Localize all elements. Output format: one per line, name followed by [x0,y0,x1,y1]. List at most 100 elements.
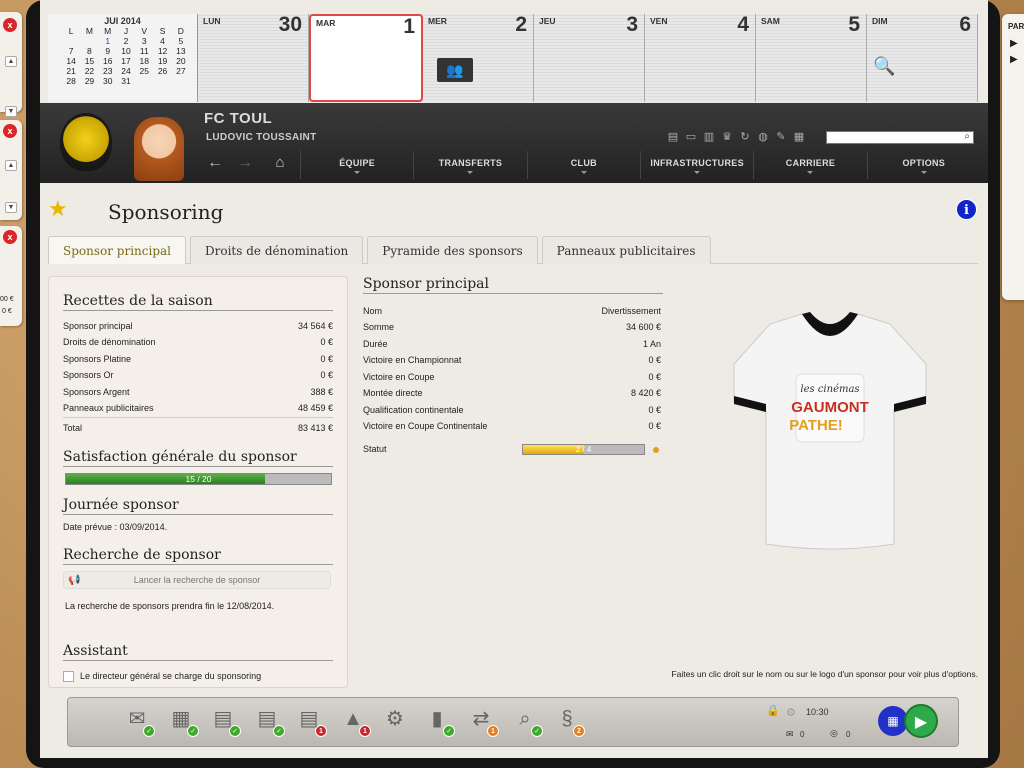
date-cell[interactable]: 29 [80,76,98,86]
date-cell[interactable]: 24 [117,66,135,76]
continue-play-button[interactable]: ▶ [904,704,938,738]
transfer-icon[interactable]: ⇄ 1 [466,706,499,737]
chevron-up-icon[interactable]: ▲ [5,56,17,67]
assistant-checkbox[interactable] [63,671,74,682]
finance-icon[interactable]: ▤ ✓ [208,706,241,737]
club-crest-icon[interactable] [60,113,112,171]
date-cell[interactable]: 16 [99,56,117,66]
sponsor-shirt-image[interactable]: les cinémas GAUMONT PATHE! [730,308,930,552]
envelope-icon[interactable]: ✉ [786,729,794,740]
date-cell[interactable]: 5 [172,36,190,46]
play-small-icon[interactable]: ▶ [1010,54,1018,65]
date-cell[interactable]: 7 [62,46,80,56]
day-column-jeu[interactable]: JEU 3 [534,13,645,102]
headset-icon[interactable]: ◎ [830,728,838,739]
tab-panneaux-publicitaires[interactable]: Panneaux publicitaires [541,236,711,264]
sponsor-doc-icon[interactable]: ▤ 1 [294,706,327,737]
search-input[interactable]: ⌕ [826,131,974,144]
nav-options[interactable]: OPTIONS [866,151,980,179]
search-icon[interactable]: ⌕ [964,131,970,142]
date-cell[interactable]: 22 [80,66,98,76]
home-icon[interactable]: ⌂ [260,151,300,179]
date-cell[interactable]: 1 [99,36,117,46]
date-cell[interactable] [62,36,80,46]
date-cell[interactable] [135,76,153,86]
info-icon[interactable]: i [956,199,977,220]
date-cell[interactable] [172,76,190,86]
nav-carriere[interactable]: CARRIERE [753,151,866,179]
day-column-ven[interactable]: VEN 4 [645,13,756,102]
manager-avatar[interactable] [134,117,184,181]
date-cell[interactable]: 11 [135,46,153,56]
day-column-mer[interactable]: MER 2 👥 [423,13,534,102]
date-cell[interactable] [80,36,98,46]
board-icon[interactable]: ▮ ✓ [422,706,455,737]
trophy-icon[interactable]: ♛ [720,130,734,144]
scout-search-icon[interactable]: ⌕ ✓ [510,706,543,737]
tab-pyramide-sponsors[interactable]: Pyramide des sponsors [367,236,538,264]
date-cell[interactable]: 8 [80,46,98,56]
nav-equipe[interactable]: ÉQUIPE [300,151,413,179]
date-cell[interactable]: 12 [153,46,171,56]
window-icon[interactable]: ▭ [684,130,698,144]
club-name[interactable]: FC TOUL [204,110,272,127]
date-cell[interactable] [153,76,171,86]
tab-droits-denomination[interactable]: Droits de dénomination [190,236,364,264]
chevron-up-icon[interactable]: ▲ [5,160,17,171]
notes-icon[interactable]: ▦ [792,130,806,144]
meeting-event-icon[interactable]: 👥 [437,58,473,82]
chevron-down-icon[interactable]: ▼ [5,202,17,213]
date-cell[interactable]: 30 [99,76,117,86]
chevron-down-icon[interactable]: ▼ [5,106,17,117]
day-column-mar[interactable]: MAR 1 [309,14,423,102]
mini-calendar[interactable]: JUI 2014 L M M J V S D 1 2 3 4 5 7 8 9 1… [48,14,198,102]
manager-name[interactable]: LUDOVIC TOUSSAINT [206,132,316,143]
nav-infrastructures[interactable]: INFRASTRUCTURES [639,151,753,179]
date-cell[interactable]: 3 [135,36,153,46]
scouting-event-icon[interactable]: 🔍 [873,56,895,77]
forward-arrow-icon[interactable]: → [230,151,260,179]
date-cell[interactable]: 31 [117,76,135,86]
date-cell[interactable]: 26 [153,66,171,76]
sponsor-row-nom[interactable]: Nom Divertissement [363,306,661,318]
fans-scarf-icon[interactable]: § 2 [552,706,585,737]
date-cell[interactable]: 19 [153,56,171,66]
day-column-dim[interactable]: DIM 6 🔍 [867,13,978,102]
date-cell[interactable]: 17 [117,56,135,66]
close-icon[interactable]: x [3,124,17,138]
date-cell[interactable]: 28 [62,76,80,86]
day-column-lun[interactable]: LUN 30 [198,13,309,102]
date-cell[interactable]: 10 [117,46,135,56]
globe-icon[interactable]: ◍ [756,130,770,144]
date-cell[interactable]: 23 [99,66,117,76]
news-icon[interactable]: ▤ [666,130,680,144]
stats-icon[interactable]: ▥ [702,130,716,144]
date-cell[interactable]: 18 [135,56,153,66]
date-cell[interactable]: 25 [135,66,153,76]
date-cell[interactable]: 27 [172,66,190,76]
play-small-icon[interactable]: ▶ [1010,38,1018,49]
day-column-sam[interactable]: SAM 5 [756,13,867,102]
date-cell[interactable]: 14 [62,56,80,66]
tab-sponsor-principal[interactable]: Sponsor principal [48,236,187,264]
close-icon[interactable]: x [3,18,17,32]
contracts-icon[interactable]: ▤ ✓ [252,706,285,737]
date-cell[interactable]: 20 [172,56,190,66]
close-icon[interactable]: x [3,230,17,244]
date-cell[interactable]: 13 [172,46,190,56]
date-cell[interactable]: 2 [117,36,135,46]
back-arrow-icon[interactable]: ← [200,151,230,179]
refresh-icon[interactable]: ↻ [738,130,752,144]
nav-club[interactable]: CLUB [526,151,640,179]
training-cone-icon[interactable]: ▲ 1 [338,706,371,737]
calendar-icon[interactable]: ▦ ✓ [166,706,199,737]
date-cell[interactable]: 4 [153,36,171,46]
mail-icon[interactable]: ✉ ✓ [122,706,155,737]
date-cell[interactable]: 15 [80,56,98,66]
settings-icon[interactable]: ⚙ [380,706,410,732]
date-cell[interactable]: 21 [62,66,80,76]
tools-icon[interactable]: ✎ [774,130,788,144]
gear-icon[interactable]: ⚙ [786,706,796,719]
date-cell[interactable]: 9 [99,46,117,56]
nav-transferts[interactable]: TRANSFERTS [413,151,526,179]
